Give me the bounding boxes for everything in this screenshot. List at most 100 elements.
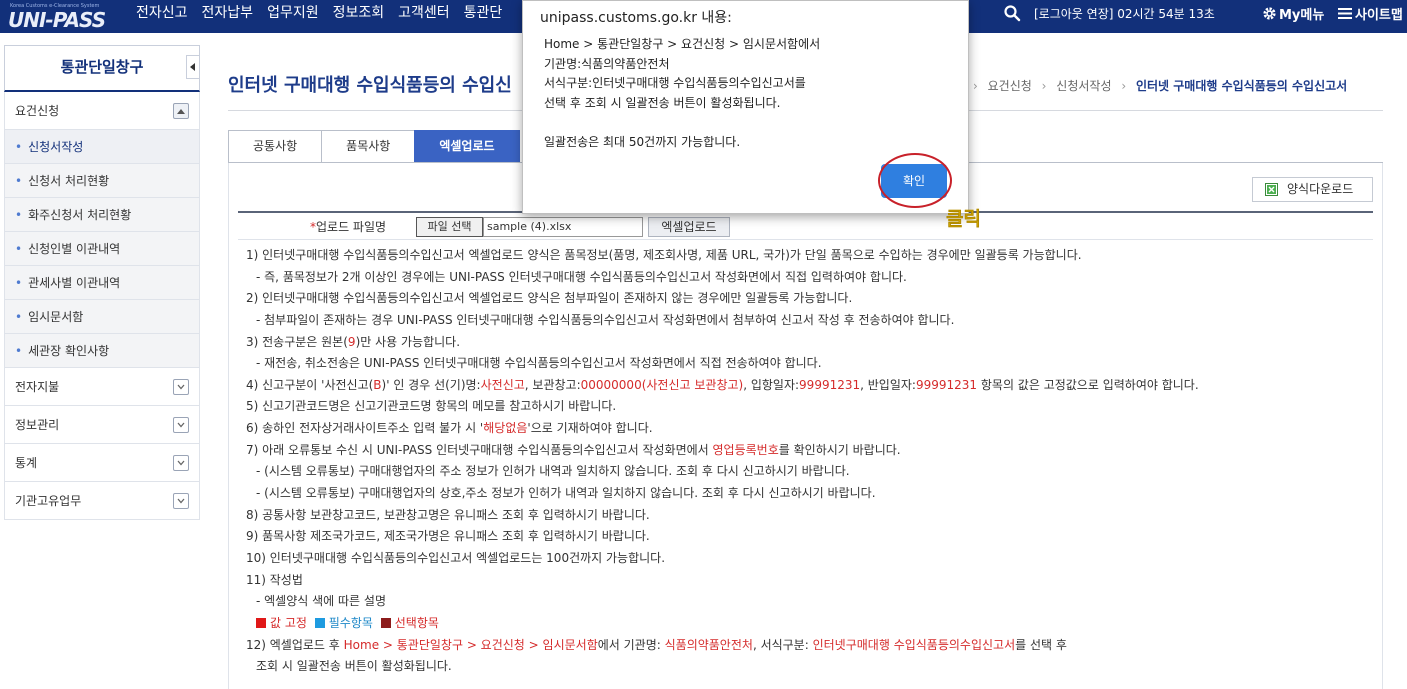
instruction-line: 조회 시 일괄전송 버튼이 활성화됩니다. — [256, 659, 452, 674]
gear-icon — [1263, 7, 1276, 20]
instruction-line: 6) 송하인 전자상거래사이트주소 입력 불가 시 '해당없음'으로 기재하여야… — [246, 418, 1376, 440]
text: , 반입일자: — [860, 377, 916, 392]
chevron-left-icon — [190, 63, 195, 71]
my-menu-button[interactable]: My메뉴 — [1262, 4, 1324, 23]
breadcrumb-item[interactable]: 신청서작성 — [1056, 79, 1111, 93]
breadcrumb-current: 인터넷 구매대행 수입식품등의 수입신고서 — [1135, 79, 1348, 93]
highlight-text: 영업등록번호 — [712, 442, 779, 457]
sidebar-section-e-payment[interactable]: 전자지불 — [4, 368, 200, 406]
instruction-line: - 재전송, 취소전송은 UNI-PASS 인터넷구매대행 수입식품등의수입신고… — [256, 356, 822, 371]
highlight-text: 9 — [347, 334, 356, 349]
sidebar-item-customs-check[interactable]: 세관장 확인사항 — [4, 334, 200, 368]
legend-swatch-fixed — [256, 617, 266, 628]
file-name-field[interactable]: sample (4).xlsx — [483, 217, 643, 237]
legend-swatch-optional — [380, 617, 391, 628]
dialog-line: 선택 후 조회 시 일괄전송 버튼이 활성화됩니다. — [544, 95, 781, 110]
sidebar-collapse-button[interactable] — [186, 55, 200, 79]
search-icon[interactable] — [1003, 4, 1021, 22]
sidebar-item-application-write[interactable]: 신청서작성 — [4, 130, 200, 164]
dialog-message: Home > 통관단일창구 > 요건신청 > 임시문서함에서 기관명:식품의약품… — [544, 35, 820, 152]
instruction-line: 7) 아래 오류통보 수신 시 UNI-PASS 인터넷구매대행 수입식품등의수… — [246, 440, 1376, 462]
instruction-line: - (시스템 오류통보) 구매대행업자의 주소 정보가 인허가 내역과 일치하지… — [256, 464, 850, 479]
session-timer[interactable]: [로그아웃 연장] 02시간 54분 13초 — [1034, 5, 1215, 22]
instruction-line: 1) 인터넷구매대행 수입식품등의수입신고서 엑셀업로드 양식은 품목정보(품명… — [246, 248, 1082, 262]
text: , 입항일자: — [743, 377, 800, 392]
text: )' 인 경우 선(기)명: — [381, 377, 481, 392]
sidebar-item-owner-status[interactable]: 화주신청서 처리현황 — [4, 198, 200, 232]
sidebar-section-label: 통계 — [15, 456, 38, 470]
form-download-button[interactable]: 양식다운로드 — [1252, 177, 1373, 202]
nav-item-work-support[interactable]: 업무지원 — [267, 0, 319, 33]
sidebar-title-text: 통관단일창구 — [60, 58, 144, 76]
instruction-line: - 엑셀양식 색에 따른 설명 — [256, 594, 386, 609]
text: 4) 신고구분이 '사전신고( — [246, 377, 374, 392]
expand-toggle[interactable] — [173, 379, 189, 395]
instruction-line: 2) 인터넷구매대행 수입식품등의수입신고서 엑셀업로드 양식은 첨부파일이 존… — [246, 291, 853, 306]
excel-upload-button[interactable]: 엑셀업로드 — [648, 217, 730, 237]
sidebar-section-label: 기관고유업무 — [15, 494, 82, 508]
sidebar-item-application-status[interactable]: 신청서 처리현황 — [4, 164, 200, 198]
breadcrumb-separator: › — [1121, 79, 1127, 93]
expand-toggle[interactable] — [173, 493, 189, 509]
nav-item-e-declaration[interactable]: 전자신고 — [136, 0, 188, 33]
logo[interactable]: Korea Customs e-Clearance System UNI-PAS… — [8, 3, 108, 32]
text: 에서 기관명: — [597, 637, 665, 652]
sidebar-section-requirement[interactable]: 요건신청 — [4, 92, 200, 130]
upload-label-text: 업로드 파일명 — [316, 220, 387, 234]
text: 7) 아래 오류통보 수신 시 UNI-PASS 인터넷구매대행 수입식품등의수… — [246, 442, 713, 457]
tab-items[interactable]: 품목사항 — [321, 130, 416, 163]
highlight-text: 99991231 — [799, 377, 861, 392]
color-legend: 값 고정 필수항목 선택항목 — [246, 613, 1376, 635]
sidebar-section-agency-tasks[interactable]: 기관고유업무 — [4, 482, 200, 520]
sitemap-button[interactable]: 사이트맵 — [1338, 4, 1403, 23]
nav-item-customer-center[interactable]: 고객센터 — [398, 0, 450, 33]
expand-toggle[interactable] — [173, 455, 189, 471]
sidebar-section-info-manage[interactable]: 정보관리 — [4, 406, 200, 444]
nav-item-single-window[interactable]: 통관단 — [464, 0, 503, 33]
sidebar: 통관단일창구 요건신청 신청서작성 신청서 처리현황 화주신청서 처리현황 신청… — [4, 45, 200, 520]
highlight-text: 인터넷구매대행 수입식품등의수입신고서 — [812, 637, 1016, 652]
instruction-line: 8) 공통사항 보관창고코드, 보관창고명은 유니패스 조회 후 입력하시기 바… — [246, 507, 650, 522]
text: , 보관창고: — [524, 377, 581, 392]
file-select-button[interactable]: 파일 선택 — [416, 217, 483, 237]
annotation-click-label: 클릭 — [946, 208, 981, 230]
sidebar-section-statistics[interactable]: 통계 — [4, 444, 200, 482]
form-download-label: 양식다운로드 — [1287, 182, 1354, 196]
instruction-line: 5) 신고기관코드명은 신고기관코드명 항목의 메모를 참고하시기 바랍니다. — [246, 399, 617, 414]
instruction-line: - 첨부파일이 존재하는 경우 UNI-PASS 인터넷구매대행 수입식품등의수… — [256, 312, 955, 327]
dialog-line: 서식구분:인터넷구매대행 수입식품등의수입신고서를 — [544, 76, 806, 90]
nav-item-info-inquiry[interactable]: 정보조회 — [333, 0, 385, 33]
sitemap-label: 사이트맵 — [1355, 8, 1403, 23]
legend-swatch-required — [314, 617, 325, 628]
logo-text: UNI-PASS — [8, 8, 106, 32]
chevron-down-icon — [177, 460, 185, 466]
instruction-line: 9) 품목사항 제조국가코드, 제조국가명은 유니패스 조회 후 입력하시기 바… — [246, 529, 650, 544]
tab-excel-upload[interactable]: 엑셀업로드 — [414, 130, 520, 163]
tab-common[interactable]: 공통사항 — [228, 130, 323, 163]
expand-toggle[interactable] — [173, 417, 189, 433]
legend-label: 값 고정 — [270, 615, 307, 630]
dialog-line: 일괄전송은 최대 50건까지 가능합니다. — [544, 134, 741, 149]
my-menu-label: My메뉴 — [1279, 8, 1325, 23]
highlight-text: 식품의약품안전처 — [664, 637, 753, 652]
sidebar-item-applicant-transfer[interactable]: 신청인별 이관내역 — [4, 232, 200, 266]
nav-item-e-payment[interactable]: 전자납부 — [202, 0, 254, 33]
text: 3) 전송구분은 원본( — [246, 334, 348, 349]
upload-row: *업로드 파일명 파일 선택 sample (4).xlsx 엑셀업로드 — [238, 211, 1373, 240]
breadcrumb-item[interactable]: 요건신청 — [988, 79, 1032, 93]
collapse-toggle[interactable] — [173, 103, 189, 119]
dialog-title: unipass.customs.go.kr 내용: — [540, 10, 732, 26]
instruction-line: 4) 신고구분이 '사전신고(B)' 인 경우 선(기)명:사전신고, 보관창고… — [246, 375, 1376, 397]
legend-label: 필수항목 — [328, 615, 373, 630]
highlight-text: 00000000(사전신고 보관창고) — [580, 377, 744, 392]
instruction-line: 3) 전송구분은 원본(9)만 사용 가능합니다. — [246, 332, 1376, 354]
sidebar-item-broker-transfer[interactable]: 관세사별 이관내역 — [4, 266, 200, 300]
highlight-text: 사전신고 — [480, 377, 525, 392]
sidebar-item-temp-box[interactable]: 임시문서함 — [4, 300, 200, 334]
dialog-line: Home > 통관단일창구 > 요건신청 > 임시문서함에서 — [544, 37, 821, 51]
highlight-text: 99991231 — [915, 377, 978, 392]
legend-label: 선택항목 — [394, 615, 439, 630]
breadcrumb: › 요건신청 › 신청서작성 › 인터넷 구매대행 수입식품등의 수입신고서 — [967, 77, 1347, 94]
text: )만 사용 가능합니다. — [355, 334, 461, 349]
text: , 서식구분: — [752, 637, 813, 652]
